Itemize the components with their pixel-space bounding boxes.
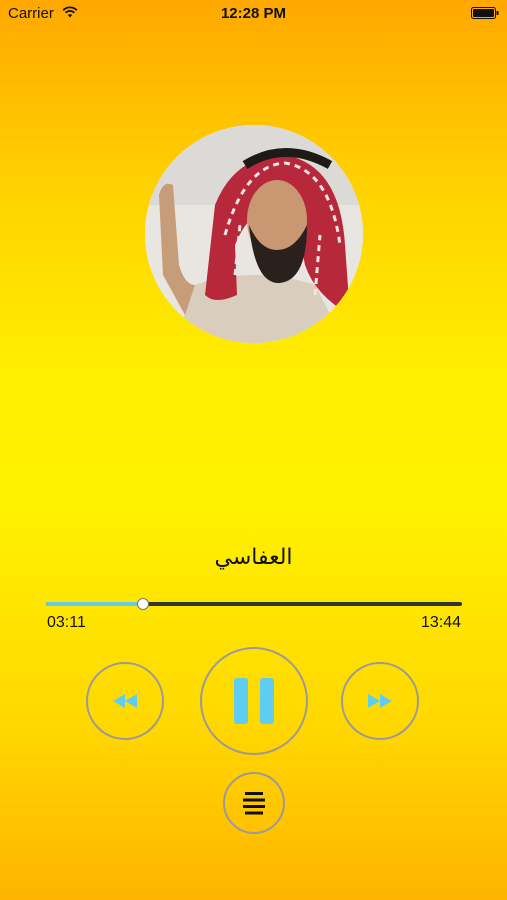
track-title: العفاسي [214,545,293,570]
album-artwork [145,125,363,343]
rewind-icon [113,694,137,708]
pause-icon [234,678,274,724]
playlist-icon [243,792,265,815]
progress-thumb[interactable] [136,598,149,610]
fast-forward-icon [368,694,392,708]
rewind-button[interactable] [86,662,164,740]
total-time: 13:44 [420,614,461,631]
fast-forward-button[interactable] [341,662,419,740]
status-time: 12:28 PM [220,5,287,22]
battery-icon [471,7,499,19]
reciter-portrait [145,125,363,343]
pause-button[interactable] [200,647,308,755]
status-bar: Carrier 12:28 PM [0,0,507,28]
progress-slider[interactable] [46,598,462,610]
playlist-button[interactable] [223,772,285,834]
progress-fill [46,602,143,606]
elapsed-time: 03:11 [47,614,86,631]
